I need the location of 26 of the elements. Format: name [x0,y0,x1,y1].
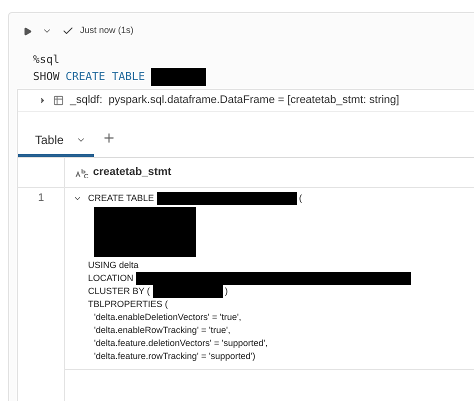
column-header[interactable]: createtab_stmt [93,164,172,181]
code-token: %sql [33,52,60,68]
dataframe-summary: _sqldf: pyspark.sql.dataframe.DataFrame = [createtab_stmt: string] [70,93,400,108]
statement-line: CLUSTER BY ( [88,284,150,298]
statement-line: LOCATION [88,272,134,285]
redaction-block [150,68,206,86]
tab[interactable]: Table [18,125,94,157]
expand-icon[interactable] [38,96,47,105]
property-line: 'delta.feature.rowTracking' = 'supported') [94,351,256,361]
property-line: 'delta.enableDeletionVectors' = 'true', [94,312,242,322]
collapse-icon[interactable] [73,194,82,203]
table-icon [53,95,64,106]
statement-line: USING delta [88,258,139,272]
statement-line: CREATE TABLE [88,192,154,205]
property-line: 'delta.feature.deletionVectors' = 'supported', [94,338,268,348]
row-number: 1 [38,190,44,206]
add-icon[interactable] [102,131,116,145]
statement-line: ) [224,284,228,298]
statement-line: TBLPROPERTIES ( [88,298,168,311]
code-token: CREATE TABLE [66,68,145,84]
string-type-icon [75,168,89,178]
run-icon[interactable] [23,26,32,36]
property-line: 'delta.enableRowTracking' = 'true', [94,325,230,335]
run-status: Just now (1s) [80,24,134,38]
code-token: SHOW [33,68,60,84]
statement-line: ( [299,192,302,205]
